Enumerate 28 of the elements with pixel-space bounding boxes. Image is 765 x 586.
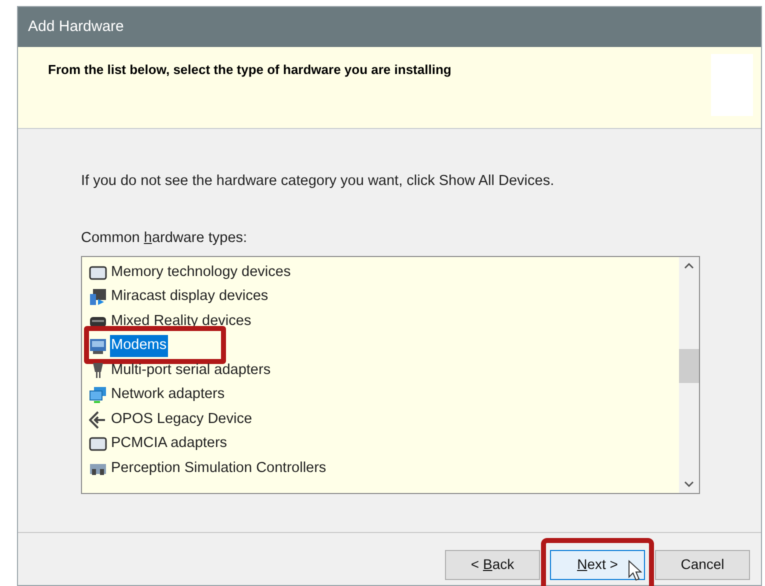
display-icon: [89, 288, 107, 306]
list-item[interactable]: Perception Simulation Controllers: [110, 458, 328, 480]
modem-icon: [89, 337, 107, 356]
card-icon: [89, 435, 107, 454]
list-item[interactable]: Modems: [110, 335, 168, 358]
list-item[interactable]: PCMCIA adapters: [110, 433, 228, 456]
memory-card-icon: [89, 264, 107, 282]
network-computers-icon: [89, 386, 107, 404]
diamond-arrow-icon: [89, 410, 107, 429]
list-item[interactable]: OPOS Legacy Device: [110, 408, 254, 431]
list-item[interactable]: Mixed Reality devices: [110, 310, 252, 333]
scroll-down-icon[interactable]: [684, 480, 694, 486]
wizard-button[interactable]: < Back: [445, 550, 540, 580]
wizard-button[interactable]: Next >: [550, 550, 645, 580]
window-title: Add Hardware: [28, 16, 124, 37]
list-label: Common hardware types:: [81, 228, 248, 248]
wizard-image: [711, 54, 753, 116]
instruction-text: If you do not see the hardware category you want, click Show All Devices.: [81, 172, 556, 191]
scrollbar[interactable]: [679, 256, 699, 492]
list-item[interactable]: Miracast display devices: [110, 286, 270, 308]
list-item[interactable]: Memory technology devices: [110, 262, 292, 284]
wizard-button[interactable]: Cancel: [655, 550, 750, 580]
header-heading: From the list below, select the type of hardware you are installing: [48, 61, 452, 79]
mouse-pointer-icon: [628, 560, 642, 582]
scroll-thumb[interactable]: [679, 348, 699, 382]
list-item[interactable]: Network adapters: [110, 384, 226, 406]
scroll-up-icon[interactable]: [684, 262, 694, 268]
list-item[interactable]: Multi-port serial adapters: [110, 360, 272, 382]
